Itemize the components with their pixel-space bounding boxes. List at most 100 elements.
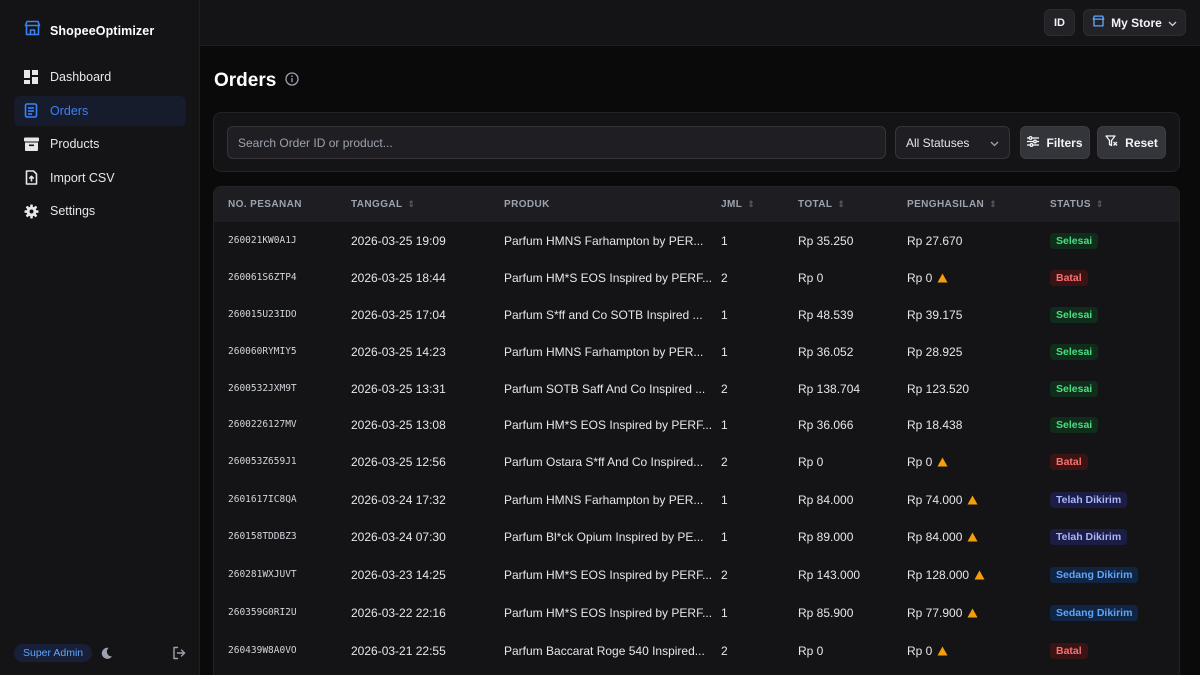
warning-icon [967,532,978,542]
cell-income: Rp 39.175 [907,296,962,333]
table-row[interactable]: 260281WXJUVT 2026-03-23 14:25 Parfum HM*S … [214,556,1179,593]
cell-quantity: 1 [721,222,728,259]
sort-icon: ⇕ [747,199,756,209]
table-row[interactable]: 260053Z659J1 2026-03-25 12:56 Parfum Ostar… [214,443,1179,480]
product-name-text: Parfum HMNS Farhampton by PER... [504,492,704,507]
table-row[interactable]: 2601617IC8QA 2026-03-24 17:32 Parfum HMNS … [214,481,1179,518]
warning-icon [937,273,948,283]
table-row[interactable]: 260359G0RI2U 2026-03-22 22:16 Parfum HM*S … [214,594,1179,631]
status-badge: Selesai [1050,343,1099,360]
sidebar-item-import-csv[interactable]: Import CSV [14,163,186,193]
order-date-text: 2026-03-24 17:32 [351,492,446,507]
role-badge: Super Admin [14,644,93,662]
status-badge: Batal [1050,269,1088,286]
cell-order-total: Rp 0 [798,259,823,296]
sidebar-item-dashboard[interactable]: Dashboard [14,62,186,92]
order-date-text: 2026-03-25 17:04 [351,307,446,322]
column-header-income[interactable]: PENGHASILAN ⇕ [907,187,997,222]
cell-order-id: 260439W8A0VO [228,632,297,669]
column-header-order-no[interactable]: NO. PESANAN [228,187,302,222]
cell-income: Rp 27.670 [907,222,962,259]
cell-order-total: Rp 85.900 [798,594,853,631]
product-name-text: Parfum HM*S EOS Inspired by PERF... [504,417,713,432]
brand[interactable]: ShopeeOptimizer [24,20,154,41]
quantity-text: 1 [721,344,728,359]
table-row[interactable]: 2600532JXM9T 2026-03-25 13:31 Parfum SOTB … [214,370,1179,407]
quantity-text: 2 [721,643,728,658]
cell-order-date: 2026-03-25 12:56 [351,443,446,480]
table-row[interactable]: 2600226127MV 2026-03-25 13:08 Parfum HM*S … [214,406,1179,443]
column-header-status[interactable]: STATUS ⇕ [1050,187,1104,222]
table-row[interactable]: 260061S6ZTP4 2026-03-25 18:44 Parfum HM*S … [214,259,1179,296]
sidebar-item-orders[interactable]: Orders [14,95,186,126]
status-badge: Selesai [1050,306,1099,323]
filters-button[interactable]: Filters [1020,126,1090,159]
cell-order-total: Rp 48.539 [798,296,853,333]
order-total-text: Rp 36.052 [798,344,854,359]
column-header-product[interactable]: PRODUK [504,187,550,222]
column-header-label: NO. PESANAN [228,199,302,210]
chevron-down-icon [1168,16,1177,30]
reset-button[interactable]: Reset [1097,126,1166,159]
orders-table: NO. PESANAN TANGGAL ⇕ PRODUK JML ⇕ TOTAL ⇕ … [213,186,1180,675]
status-select[interactable]: All Statuses [895,126,1010,159]
column-header-date[interactable]: TANGGAL ⇕ [351,187,415,222]
cell-quantity: 2 [721,556,728,593]
cell-status: Sedang Dikirim [1050,556,1139,593]
table-row[interactable]: 260158TDDBZ3 2026-03-24 07:30 Parfum Bl*ck… [214,518,1179,555]
order-id-text: 260015U23IDO [228,309,297,320]
quantity-text: 1 [721,492,728,507]
page-title: Orders [214,70,277,91]
cell-order-date: 2026-03-25 19:09 [351,222,446,259]
income-text: Rp 28.925 [907,344,963,359]
cell-order-id: 2601617IC8QA [228,481,297,518]
table-row[interactable]: 260060RYMIY5 2026-03-25 14:23 Parfum HMNS … [214,333,1179,370]
moon-icon[interactable] [100,647,113,660]
language-button[interactable]: ID [1044,9,1075,36]
cell-income: Rp 0 [907,632,948,669]
column-header-total[interactable]: TOTAL ⇕ [798,187,845,222]
cell-order-total: Rp 36.066 [798,406,853,443]
cell-income: Rp 74.000 [907,481,978,518]
page-header: Orders [214,70,299,92]
column-header-qty[interactable]: JML ⇕ [721,187,755,222]
cell-order-total: Rp 0 [798,443,823,480]
info-icon[interactable] [285,71,299,91]
table-row[interactable]: 260439W8A0VO 2026-03-21 22:55 Parfum Bacca… [214,632,1179,669]
order-total-text: Rp 36.066 [798,417,854,432]
sidebar-item-label: Import CSV [50,170,115,185]
sidebar-item-settings[interactable]: Settings [14,196,186,226]
status-badge: Batal [1050,453,1088,470]
cell-order-total: Rp 84.000 [798,481,853,518]
cell-income: Rp 123.520 [907,370,969,407]
cell-status: Batal [1050,259,1088,296]
store-selector[interactable]: My Store [1083,9,1186,36]
quantity-text: 1 [721,307,728,322]
sidebar-item-products[interactable]: Products [14,129,186,159]
cell-order-id: 260158TDDBZ3 [228,518,297,555]
sort-icon: ⇕ [1095,199,1104,209]
table-row[interactable]: 260021KW0A1J 2026-03-25 19:09 Parfum HMNS … [214,222,1179,259]
order-total-text: Rp 35.250 [798,233,854,248]
cell-product-name: Parfum HMNS Farhampton by PER... [504,333,703,370]
income-text: Rp 74.000 [907,492,963,507]
income-text: Rp 0 [907,643,933,658]
search-input[interactable] [227,126,886,159]
brand-name: ShopeeOptimizer [50,23,155,38]
status-badge: Selesai [1050,416,1099,433]
cell-order-date: 2026-03-25 18:44 [351,259,446,296]
sidebar-nav: Dashboard Orders Products Import CSV Set… [14,62,186,230]
column-header-label: STATUS [1050,199,1091,210]
cell-income: Rp 0 [907,443,948,480]
order-id-text: 260053Z659J1 [228,456,297,467]
table-row[interactable]: 260015U23IDO 2026-03-25 17:04 Parfum S*ff … [214,296,1179,333]
dashboard-icon [23,69,39,85]
cell-quantity: 1 [721,406,728,443]
cell-status: Selesai [1050,222,1099,259]
cell-product-name: Parfum HMNS Farhampton by PER... [504,222,703,259]
product-name-text: Parfum Baccarat Roge 540 Inspired... [504,643,705,658]
column-header-label: TOTAL [798,199,833,210]
cell-order-id: 260281WXJUVT [228,556,297,593]
cell-order-date: 2026-03-21 22:55 [351,632,446,669]
logout-icon[interactable] [172,646,186,660]
